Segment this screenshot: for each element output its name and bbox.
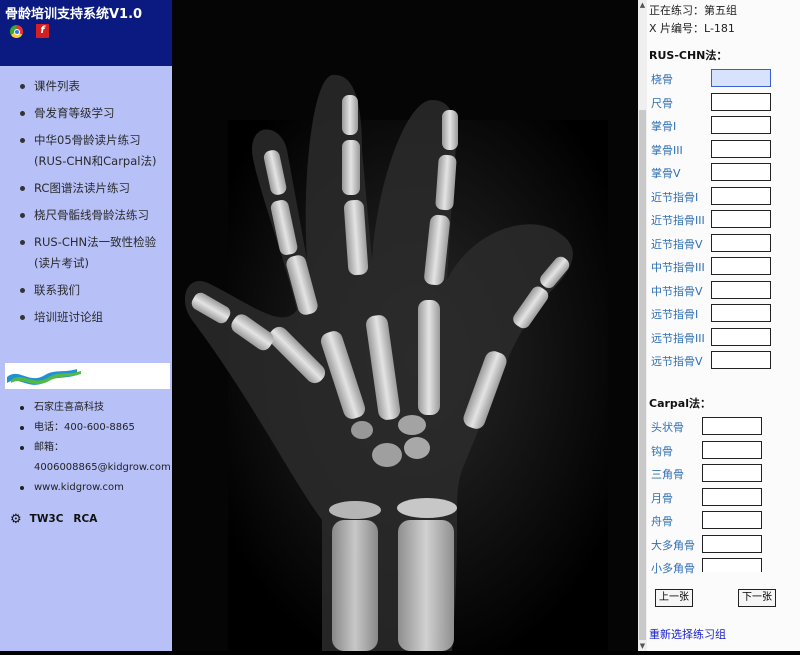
rus-bone-label: 掌骨III — [651, 144, 683, 157]
rus-bone-label: 近节指骨I — [651, 191, 699, 204]
rus-bone-label: 中节指骨III — [651, 261, 705, 274]
rus-bone-input[interactable] — [711, 257, 771, 275]
rus-bone-input[interactable] — [711, 304, 771, 322]
prev-button[interactable]: 上一张 — [655, 589, 693, 607]
carpal-bone-input[interactable] — [702, 535, 762, 553]
phone: 电话：400-600-8865 — [0, 418, 172, 438]
nav-item-discussion-group[interactable]: 培训班讨论组 — [0, 307, 172, 328]
current-group: 正在练习：第五组 — [649, 4, 737, 17]
rus-bone-input[interactable] — [711, 234, 771, 252]
carpal-bone-label: 三角骨 — [651, 468, 684, 481]
scroll-down-icon[interactable]: ▼ — [638, 641, 647, 651]
contact-list: 石家庄喜高科技 电话：400-600-8865 邮箱： 4006008865@k… — [0, 398, 172, 498]
rus-bone-label: 近节指骨V — [651, 238, 703, 251]
email-label: 邮箱： — [0, 438, 172, 458]
carpal-bone-input[interactable] — [702, 511, 762, 529]
nav-item-radius-ulna-practice[interactable]: 桡尺骨骺线骨龄法练习 — [0, 205, 172, 226]
carpal-bone-label: 大多角骨 — [651, 539, 695, 552]
rus-chn-title: RUS-CHN法： — [649, 49, 728, 62]
chrome-icon[interactable] — [10, 25, 23, 38]
rus-bone-label: 近节指骨III — [651, 214, 705, 227]
carpal-bone-input[interactable] — [702, 488, 762, 506]
carpal-bone-input[interactable] — [702, 558, 762, 572]
carpal-bone-label: 月骨 — [651, 492, 673, 505]
xray-image — [172, 0, 638, 652]
nav-item-rc-atlas-practice[interactable]: RC图谱法读片练习 — [0, 178, 172, 199]
app-title: 骨龄培训支持系统V1.0 — [5, 7, 143, 22]
rca-link[interactable]: RCA — [73, 513, 97, 525]
carpal-bone-input[interactable] — [702, 441, 762, 459]
sidebar-header: 骨龄培训支持系统V1.0 f — [0, 0, 172, 66]
carpal-bone-label: 小多角骨 — [651, 562, 695, 575]
rus-bone-input[interactable] — [711, 328, 771, 346]
rus-bone-input[interactable] — [711, 69, 771, 87]
rus-bone-label: 远节指骨I — [651, 308, 699, 321]
rus-bone-input[interactable] — [711, 140, 771, 158]
nav-item-consistency-test[interactable]: RUS-CHN法一致性检验(读片考试) — [0, 232, 172, 274]
sidebar-nav: 课件列表 骨发育等级学习 中华05骨龄读片练习(RUS-CHN和Carpal法)… — [0, 76, 172, 334]
carpal-bone-label: 头状骨 — [651, 421, 684, 434]
scroll-thumb[interactable] — [639, 110, 646, 640]
carpal-title: Carpal法： — [649, 397, 711, 410]
tw3c-link[interactable]: TW3C — [30, 513, 64, 525]
carpal-bone-input[interactable] — [702, 417, 762, 435]
rus-bone-label: 掌骨V — [651, 167, 681, 180]
tool-links: ⚙ TW3C RCA — [10, 512, 107, 527]
nav-item-contact-us[interactable]: 联系我们 — [0, 280, 172, 301]
rus-bone-input[interactable] — [711, 163, 771, 181]
xray-id: X 片编号：L-181 — [649, 22, 735, 35]
rus-bone-label: 中节指骨V — [651, 285, 703, 298]
nav-item-chn05-practice[interactable]: 中华05骨龄读片练习(RUS-CHN和Carpal法) — [0, 130, 172, 172]
rus-bone-input[interactable] — [711, 210, 771, 228]
rus-bone-label: 掌骨I — [651, 120, 677, 133]
carpal-bone-input[interactable] — [702, 464, 762, 482]
reselect-group-link[interactable]: 重新选择练习组 — [649, 626, 726, 642]
carpal-bone-label: 钩骨 — [651, 445, 673, 458]
sidebar: 骨龄培训支持系统V1.0 f 课件列表 骨发育等级学习 中华05骨龄读片练习(R… — [0, 0, 172, 651]
scroll-up-icon[interactable]: ▲ — [638, 0, 647, 10]
gear-icon[interactable]: ⚙ — [10, 512, 22, 527]
rus-bone-input[interactable] — [711, 116, 771, 134]
rus-bone-input[interactable] — [711, 351, 771, 369]
next-button[interactable]: 下一张 — [738, 589, 776, 607]
carpal-bone-label: 舟骨 — [651, 515, 673, 528]
flash-icon[interactable]: f — [36, 24, 49, 38]
rus-bone-input[interactable] — [711, 281, 771, 299]
nav-item-grade-learning[interactable]: 骨发育等级学习 — [0, 103, 172, 124]
company-logo — [5, 363, 170, 389]
company-name: 石家庄喜高科技 — [0, 398, 172, 418]
nav-item-courseware[interactable]: 课件列表 — [0, 76, 172, 97]
email-address[interactable]: 4006008865@kidgrow.com — [0, 458, 172, 478]
rus-bone-input[interactable] — [711, 93, 771, 111]
rus-bone-label: 远节指骨III — [651, 332, 705, 345]
rus-bone-label: 桡骨 — [651, 73, 673, 86]
website-link[interactable]: www.kidgrow.com — [0, 478, 172, 498]
rus-bone-label: 尺骨 — [651, 97, 673, 110]
rus-bone-input[interactable] — [711, 187, 771, 205]
rus-bone-label: 远节指骨V — [651, 355, 703, 368]
